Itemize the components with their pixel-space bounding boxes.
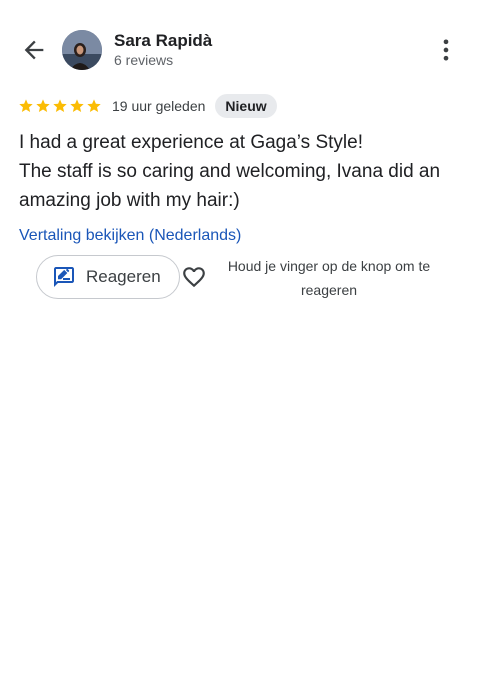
star-icon bbox=[53, 99, 67, 112]
arrow-left-icon bbox=[24, 40, 44, 60]
star-rating bbox=[18, 98, 102, 114]
review-text: I had a great experience at Gaga’s Style… bbox=[19, 132, 441, 211]
star-icon bbox=[36, 99, 50, 112]
reply-label: Reageren bbox=[86, 267, 161, 286]
reply-button[interactable]: Reageren bbox=[36, 255, 180, 299]
star-icon bbox=[70, 99, 84, 112]
avatar-photo bbox=[62, 30, 102, 70]
like-button[interactable] bbox=[181, 264, 207, 290]
reviewer-name[interactable]: Sara Rapidà bbox=[114, 31, 212, 51]
reviewer-review-count: 6 reviews bbox=[114, 52, 174, 68]
avatar[interactable] bbox=[62, 30, 102, 70]
review-meta-row: 19 uur geleden Nieuw bbox=[18, 94, 277, 118]
more-options-button[interactable] bbox=[432, 36, 460, 64]
star-icon bbox=[19, 99, 33, 112]
heart-outline-icon bbox=[183, 267, 205, 288]
new-badge: Nieuw bbox=[215, 94, 277, 118]
more-vert-icon bbox=[443, 39, 449, 61]
back-button[interactable] bbox=[20, 36, 48, 64]
rate-review-icon bbox=[54, 267, 74, 287]
star-icon bbox=[87, 99, 101, 112]
review-time: 19 uur geleden bbox=[112, 98, 206, 114]
review-header: Sara Rapidà 6 reviews bbox=[0, 0, 480, 92]
press-and-hold-hint: Houd je vinger op de knop om te reageren bbox=[227, 258, 431, 298]
translate-link[interactable]: Vertaling bekijken (Nederlands) bbox=[19, 227, 241, 245]
